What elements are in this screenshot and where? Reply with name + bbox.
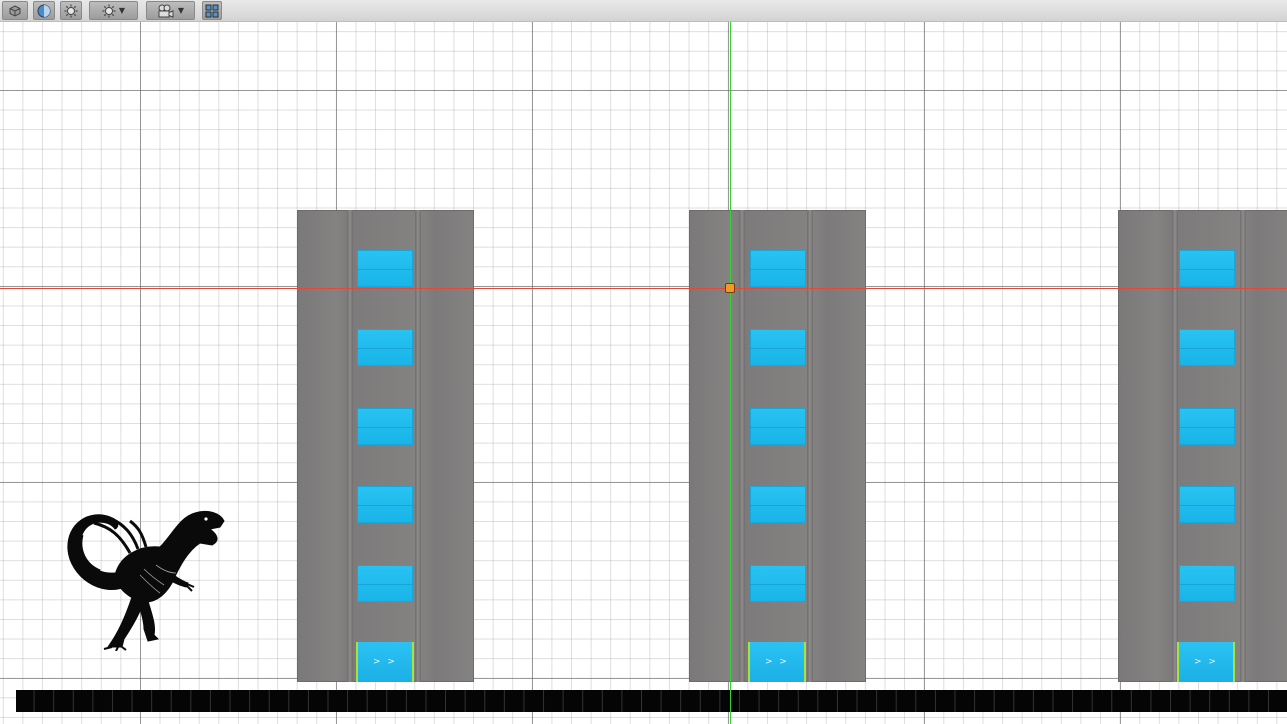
draw-mode-button[interactable] [2, 1, 28, 20]
layout-button[interactable] [202, 1, 222, 20]
chevron-down-icon: ▼ [118, 5, 126, 15]
building-pillar [347, 210, 353, 682]
building-pillar [739, 210, 745, 682]
building-door: > > [748, 642, 806, 682]
sun-icon [64, 4, 78, 17]
camera-dropdown[interactable]: ▼ [146, 1, 195, 20]
sphere-icon [37, 4, 51, 17]
shading-button[interactable] [33, 1, 55, 20]
selection-gizmo[interactable] [725, 283, 735, 293]
building-pillar [415, 210, 421, 682]
scene-toolbar: ▼ ▼ [0, 0, 1287, 22]
building-window [750, 408, 806, 445]
building-door: > > [1177, 642, 1235, 682]
building-window [357, 250, 413, 287]
building-3[interactable]: > > [1118, 210, 1287, 682]
building-window [750, 250, 806, 287]
building-window [1179, 486, 1235, 523]
building-window [1179, 329, 1235, 366]
building-1[interactable]: > > [297, 210, 474, 682]
scene-viewport[interactable]: > > > > > > [0, 0, 1287, 724]
building-pillar [1240, 210, 1246, 682]
effects-dropdown[interactable]: ▼ [89, 1, 138, 20]
grid-icon [205, 4, 219, 17]
lighting-button[interactable] [60, 1, 82, 20]
building-window [357, 329, 413, 366]
building-window [750, 329, 806, 366]
building-window [1179, 250, 1235, 287]
x-axis-line [0, 288, 1287, 289]
building-door: > > [356, 642, 414, 682]
building-window [1179, 408, 1235, 445]
raptor-sprite[interactable] [60, 505, 228, 651]
building-window [357, 486, 413, 523]
building-window [1179, 565, 1235, 602]
building-pillar [807, 210, 813, 682]
building-window [750, 565, 806, 602]
y-axis-line [730, 0, 731, 724]
building-window [750, 486, 806, 523]
building-window [357, 408, 413, 445]
cube-icon [9, 4, 21, 17]
chevron-down-icon: ▼ [177, 5, 185, 15]
building-2[interactable]: > > [689, 210, 866, 682]
building-pillar [1172, 210, 1178, 682]
ground-platform [16, 690, 1287, 712]
camera-icon [158, 4, 174, 18]
sun-icon [102, 4, 116, 17]
building-window [357, 565, 413, 602]
